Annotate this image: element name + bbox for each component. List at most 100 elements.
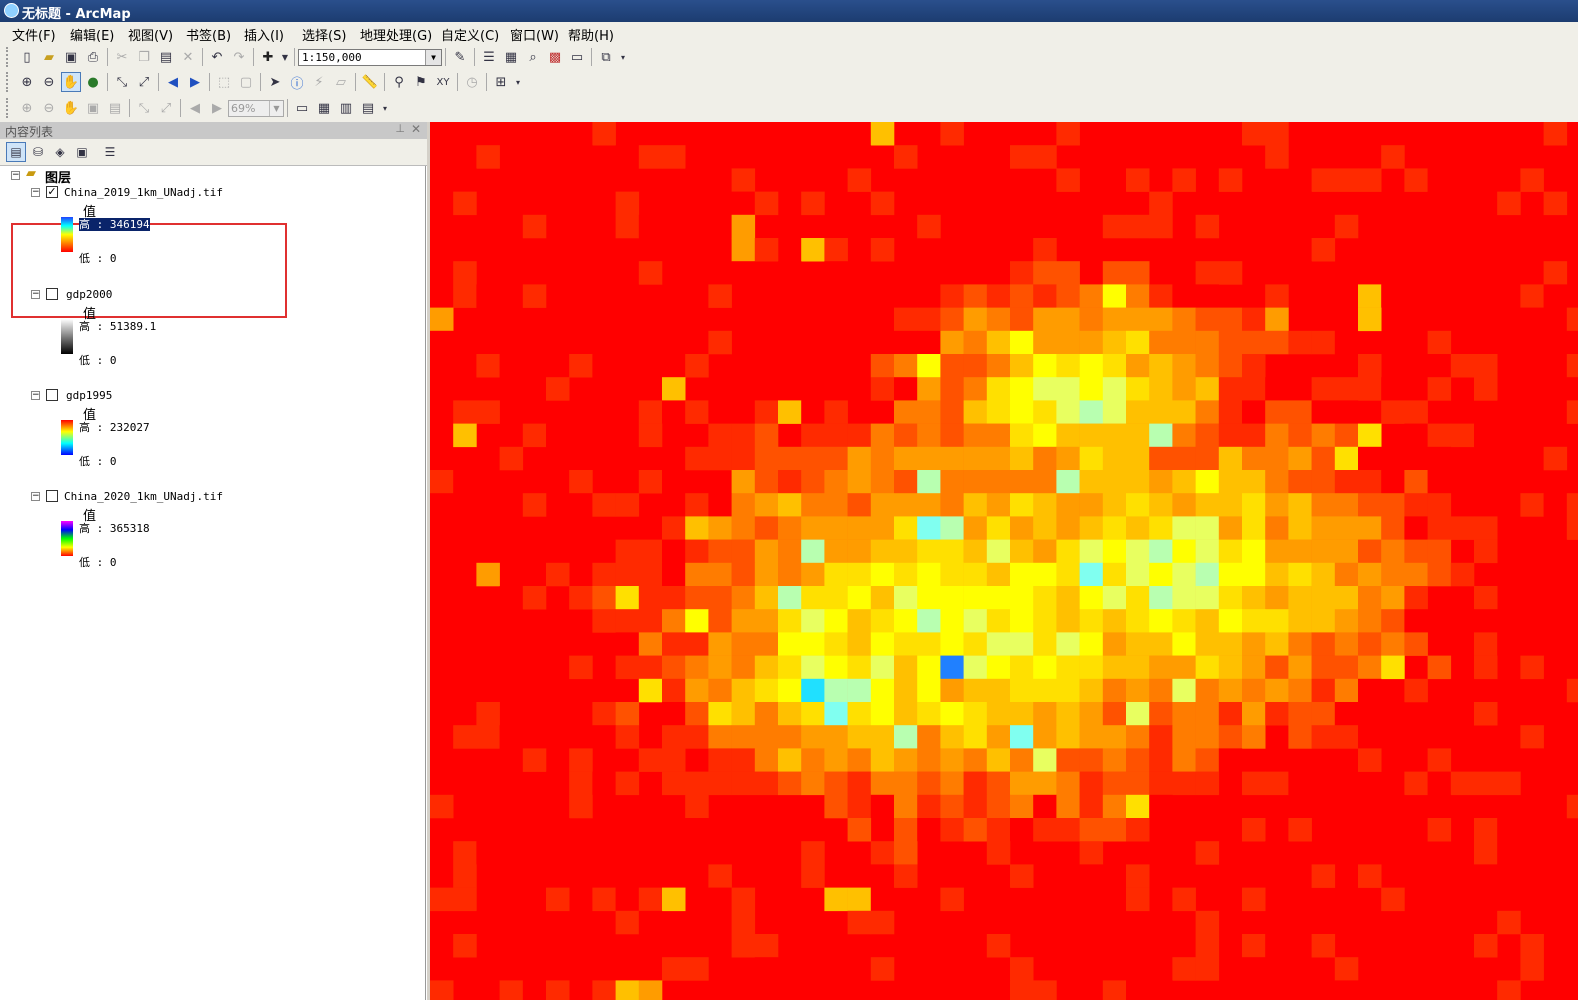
raster-cell [1427,818,1452,842]
toolbar-options-icon[interactable]: ▾ [618,47,628,67]
toolbar-options-icon[interactable]: ▾ [380,98,390,118]
layer-name[interactable]: gdp1995 [66,389,112,402]
open-icon[interactable]: ▰ [39,47,59,67]
print-icon[interactable]: ⎙ [83,47,103,67]
menu-file[interactable]: 文件(F) [12,25,56,44]
copy-icon[interactable]: ❐ [134,47,154,67]
menu-view[interactable]: 视图(V) [128,25,173,44]
collapse-icon[interactable]: − [31,492,40,501]
editor-toolbar-icon[interactable]: ✎ [450,47,470,67]
list-by-visibility-icon[interactable]: ◈ [50,142,70,162]
catalog-window-icon[interactable]: ▦ [501,47,521,67]
chevron-down-icon[interactable]: ▼ [269,100,283,116]
chevron-down-icon[interactable]: ▼ [425,49,441,65]
layout-fixed-zoom-in-icon[interactable]: ⤡ [134,98,154,118]
layer-visibility-checkbox[interactable] [46,389,58,401]
arctoolbox-icon[interactable]: ▩ [545,47,565,67]
zoom-whole-page-icon[interactable]: ▣ [83,98,103,118]
list-by-source-icon[interactable]: ⛁ [28,142,48,162]
save-icon[interactable]: ▣ [61,47,81,67]
color-ramp-swatch[interactable] [61,319,73,354]
add-data-icon[interactable]: ✚ [258,47,278,67]
layout-zoom-in-icon[interactable]: ⊕ [17,98,37,118]
fixed-zoom-out-icon[interactable]: ⤢ [134,72,154,92]
map-view[interactable] [430,122,1578,1000]
pin-icon[interactable]: ⊥ [395,122,405,135]
select-elements-icon[interactable]: ➤ [265,72,285,92]
back-extent-icon[interactable]: ◀ [163,72,183,92]
forward-extent-icon[interactable]: ▶ [185,72,205,92]
map-scale-combo[interactable]: 1:150,000 ▼ [298,48,442,66]
layer-visibility-checkbox[interactable] [46,288,58,300]
list-by-selection-icon[interactable]: ▣ [72,142,92,162]
toolbar-grip[interactable] [6,98,12,118]
menu-selection[interactable]: 选择(S) [302,25,346,44]
cut-icon[interactable]: ✂ [112,47,132,67]
toolbar-grip[interactable] [6,47,12,67]
measure-icon[interactable]: 📏 [360,72,380,92]
raster-display[interactable] [430,122,1578,1000]
change-layout-icon[interactable]: ▥ [336,98,356,118]
toolbar-grip[interactable] [6,72,12,92]
layout-forward-icon[interactable]: ▶ [207,98,227,118]
collapse-icon[interactable]: − [31,290,40,299]
paste-icon[interactable]: ▤ [156,47,176,67]
menu-bookmarks[interactable]: 书签(B) [186,25,231,44]
html-popup-icon[interactable]: ▱ [331,72,351,92]
pan-icon[interactable]: ✋ [61,72,81,92]
data-driven-pages-icon[interactable]: ▤ [358,98,378,118]
menu-customize[interactable]: 自定义(C) [441,25,499,44]
layers-root-label[interactable]: 图层 [45,167,71,186]
layer-name[interactable]: China_2019_1km_UNadj.tif [64,186,223,199]
focus-data-frame-icon[interactable]: ▦ [314,98,334,118]
close-icon[interactable]: ✕ [411,122,421,136]
menu-insert[interactable]: 插入(I) [244,25,284,44]
list-by-drawing-order-icon[interactable]: ▤ [6,142,26,162]
collapse-icon[interactable]: − [31,391,40,400]
collapse-icon[interactable]: − [11,171,20,180]
toolbar-options-icon[interactable]: ▾ [513,72,523,92]
find-icon[interactable]: ⚲ [389,72,409,92]
layout-zoom-out-icon[interactable]: ⊖ [39,98,59,118]
search-window-icon[interactable]: ⌕ [523,47,543,67]
layer-visibility-checkbox[interactable]: ✓ [46,186,58,198]
menu-help[interactable]: 帮助(H) [568,25,614,44]
menu-edit[interactable]: 编辑(E) [70,25,114,44]
time-slider-icon[interactable]: ◷ [462,72,482,92]
python-window-icon[interactable]: ▭ [567,47,587,67]
collapse-icon[interactable]: − [31,188,40,197]
fixed-zoom-in-icon[interactable]: ⤡ [112,72,132,92]
zoom-out-icon[interactable]: ⊖ [39,72,59,92]
layout-pan-icon[interactable]: ✋ [61,98,81,118]
layout-fixed-zoom-out-icon[interactable]: ⤢ [156,98,176,118]
layout-back-icon[interactable]: ◀ [185,98,205,118]
color-ramp-swatch[interactable] [61,420,73,455]
layout-zoom-combo[interactable]: 69% ▼ [228,99,284,117]
toc-window-icon[interactable]: ☰ [479,47,499,67]
zoom-in-icon[interactable]: ⊕ [17,72,37,92]
select-features-icon[interactable]: ⬚ [214,72,234,92]
layer-name[interactable]: gdp2000 [66,288,112,301]
find-route-icon[interactable]: ⚑ [411,72,431,92]
zoom-100-icon[interactable]: ▤ [105,98,125,118]
color-ramp-swatch[interactable] [61,521,73,556]
delete-icon[interactable]: ✕ [178,47,198,67]
undo-icon[interactable]: ↶ [207,47,227,67]
menu-geoprocessing[interactable]: 地理处理(G) [360,25,432,44]
layer-visibility-checkbox[interactable] [46,490,58,502]
redo-icon[interactable]: ↷ [229,47,249,67]
identify-icon[interactable]: ⓘ [287,72,307,92]
layer-name[interactable]: China_2020_1km_UNadj.tif [64,490,223,503]
new-file-icon[interactable]: ▯ [17,47,37,67]
hyperlink-icon[interactable]: ⚡ [309,72,329,92]
chevron-down-icon[interactable]: ▼ [280,47,290,67]
color-ramp-swatch[interactable] [61,217,73,252]
menu-windows[interactable]: 窗口(W) [510,25,559,44]
toggle-draft-mode-icon[interactable]: ▭ [292,98,312,118]
modelbuilder-icon[interactable]: ⧉ [596,47,616,67]
go-to-xy-icon[interactable]: XY [433,72,453,92]
full-extent-icon[interactable]: ● [83,72,103,92]
create-viewer-window-icon[interactable]: ⊞ [491,72,511,92]
clear-selection-icon[interactable]: ▢ [236,72,256,92]
toc-options-icon[interactable]: ☰ [100,142,120,162]
